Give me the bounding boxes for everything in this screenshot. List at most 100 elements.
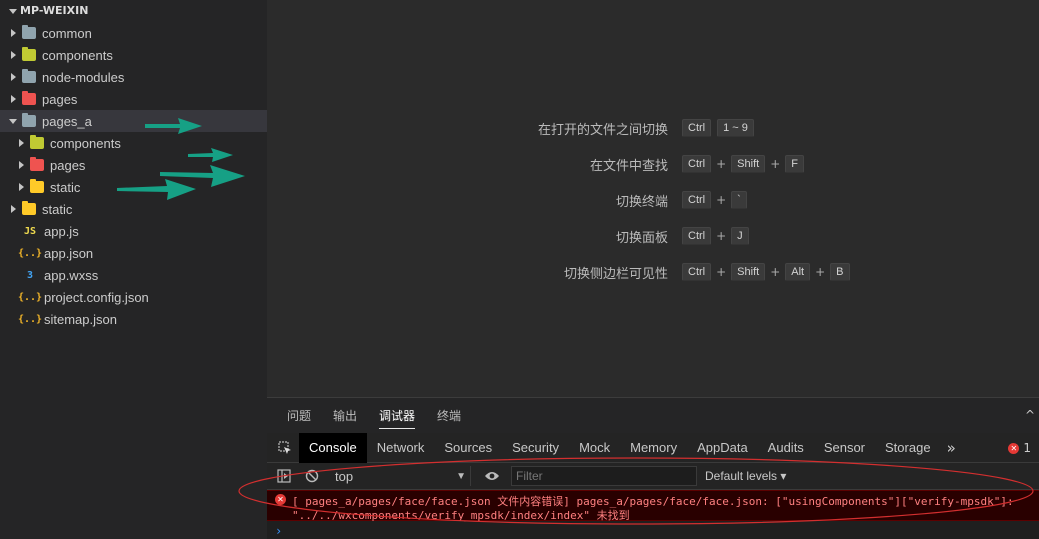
tree-item-common[interactable]: common <box>0 22 267 44</box>
more-tabs-button[interactable]: » <box>947 439 956 457</box>
tree-item-label: pages <box>50 157 86 173</box>
plus-separator: + <box>716 229 727 243</box>
folder-open-icon <box>22 113 36 127</box>
tab-problems[interactable]: 问题 <box>287 398 311 433</box>
tree-item-sitemap-json[interactable]: {..} sitemap.json <box>0 308 267 330</box>
annotation-arrow <box>117 179 196 200</box>
shortcut-keys: Ctrl + Shift + F <box>682 155 804 173</box>
editor-welcome: 在打开的文件之间切换 Ctrl 1 ~ 9 在文件中查找 Ctrl + Shift + F 切换终… <box>267 0 1039 397</box>
js-file-icon: JS <box>23 225 37 237</box>
shortcut-action: 切换终端 <box>615 194 668 210</box>
plus-separator: + <box>770 157 781 171</box>
eye-icon[interactable] <box>481 466 503 486</box>
toggle-sidebar-icon[interactable] <box>273 466 295 486</box>
shortcut-row: 切换侧边栏可见性 Ctrl + Shift + Alt + B <box>267 262 1039 282</box>
devtools-tab-console[interactable]: Console <box>299 432 367 463</box>
panel-tabs: 问题 输出 调试器 终端 ^ <box>267 398 1039 433</box>
tree-item-label: pages <box>42 91 78 107</box>
tree-item-label: static <box>42 201 73 217</box>
chevron-down-icon[interactable] <box>8 115 20 127</box>
shortcut-row: 切换面板 Ctrl + J <box>267 226 1039 246</box>
plus-separator: + <box>815 265 826 279</box>
chevron-down-icon[interactable] <box>8 5 20 17</box>
key-cap: Ctrl <box>682 263 712 281</box>
key-cap: J <box>731 227 749 245</box>
chevron-right-icon[interactable] <box>8 203 20 215</box>
devtools-tab-audits[interactable]: Audits <box>758 433 814 463</box>
tree-item-app-js[interactable]: JS app.js <box>0 220 267 242</box>
clear-console-icon[interactable] <box>301 466 323 486</box>
json-file-icon: {..} <box>17 291 43 303</box>
error-counter[interactable]: ✕ 1 <box>1008 441 1031 455</box>
folder-icon <box>30 157 44 171</box>
tree-item-components[interactable]: components <box>0 44 267 66</box>
project-header[interactable]: MP-WEIXIN <box>0 0 267 22</box>
plus-separator: + <box>716 193 727 207</box>
devtools-tab-storage[interactable]: Storage <box>875 433 941 463</box>
log-levels-dropdown[interactable]: Default levels ▾ <box>705 469 786 483</box>
tree-item-label: common <box>42 25 92 41</box>
tree-item-label: app.js <box>44 223 79 239</box>
key-cap: Ctrl <box>682 227 712 245</box>
tree-item-pages-a[interactable]: pages_a <box>0 110 267 132</box>
shortcut-keys: Ctrl 1 ~ 9 <box>682 119 754 137</box>
tree-item-project-config-json[interactable]: {..} project.config.json <box>0 286 267 308</box>
devtools-tab-security[interactable]: Security <box>502 433 569 463</box>
console-error-message: ✕ [ pages_a/pages/face/face.json 文件内容错误]… <box>267 490 1039 522</box>
plus-separator: + <box>716 265 727 279</box>
chevron-right-icon[interactable] <box>8 27 20 39</box>
context-value: top <box>335 468 354 484</box>
chevron-right-icon[interactable] <box>16 181 28 193</box>
shortcut-action: 切换侧边栏可见性 <box>563 266 668 282</box>
chevron-right-icon[interactable] <box>8 93 20 105</box>
chevron-right-icon[interactable] <box>16 159 28 171</box>
tree-item-label: components <box>50 135 121 151</box>
devtools-tabs: Console Network Sources Security Mock Me… <box>267 432 1039 463</box>
tab-terminal[interactable]: 终端 <box>437 398 461 433</box>
chevron-right-icon[interactable] <box>16 137 28 149</box>
chevron-right-icon[interactable] <box>8 49 20 61</box>
folder-icon <box>30 179 44 193</box>
tab-debugger[interactable]: 调试器 <box>379 398 416 433</box>
devtools-tab-memory[interactable]: Memory <box>620 433 687 463</box>
tree-item-label: sitemap.json <box>44 311 117 327</box>
devtools-tab-sensor[interactable]: Sensor <box>814 433 875 463</box>
console-prompt[interactable]: › <box>275 524 282 538</box>
tree-item-label: app.wxss <box>44 267 99 283</box>
shortcut-keys: Ctrl + ` <box>682 191 747 209</box>
error-icon: ✕ <box>1008 442 1020 454</box>
tree-item-pages[interactable]: pages <box>0 88 267 110</box>
devtools-tab-mock[interactable]: Mock <box>569 433 620 463</box>
shortcut-keys: Ctrl + J <box>682 227 749 245</box>
inspect-element-icon[interactable] <box>271 433 299 463</box>
key-cap: Alt <box>785 263 811 281</box>
tree-item-app-wxss[interactable]: 3 app.wxss <box>0 264 267 286</box>
devtools-tab-network[interactable]: Network <box>367 433 435 463</box>
plus-separator: + <box>770 265 781 279</box>
tree-item-label: pages_a <box>42 113 92 129</box>
annotation-arrow <box>145 118 202 134</box>
shortcut-row: 切换终端 Ctrl + ` <box>267 190 1039 210</box>
css-file-icon: 3 <box>26 269 34 281</box>
chevron-up-icon[interactable]: ^ <box>1025 408 1035 422</box>
error-text-line2: "../../wxcomponents/verify_mpsdk/index/i… <box>292 509 630 522</box>
filter-input[interactable]: Filter <box>511 466 697 486</box>
folder-icon <box>22 25 36 39</box>
tab-output[interactable]: 输出 <box>333 398 357 433</box>
tree-item-app-json[interactable]: {..} app.json <box>0 242 267 264</box>
folder-icon <box>22 47 36 61</box>
plus-separator: + <box>716 157 727 171</box>
chevron-right-icon[interactable] <box>8 71 20 83</box>
context-select[interactable]: top ▼ <box>331 466 471 486</box>
explorer-sidebar: MP-WEIXIN common components node-modules pa… <box>0 0 267 539</box>
devtools-tab-sources[interactable]: Sources <box>434 433 502 463</box>
bottom-panel: 问题 输出 调试器 终端 ^ Console Network Sources S… <box>267 397 1039 539</box>
key-cap: Shift <box>731 155 766 173</box>
tree-item-label: static <box>50 179 81 195</box>
key-cap: Ctrl <box>682 191 712 209</box>
devtools-tab-appdata[interactable]: AppData <box>687 433 758 463</box>
tree-item-node-modules[interactable]: node-modules <box>0 66 267 88</box>
